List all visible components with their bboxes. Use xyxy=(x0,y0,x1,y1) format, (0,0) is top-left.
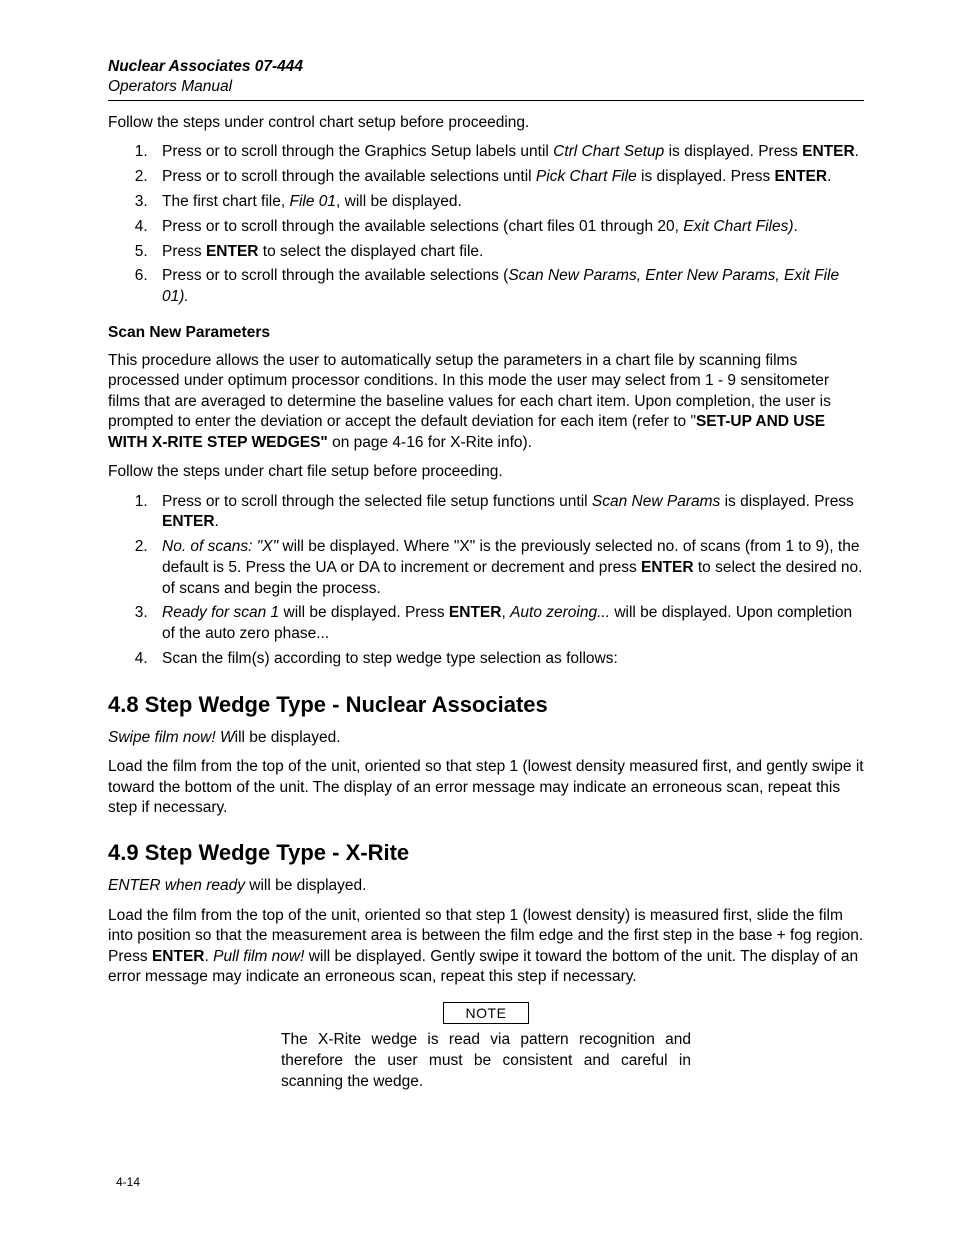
text-bold: ENTER xyxy=(802,143,855,160)
text-italic: Auto zeroing... xyxy=(510,604,610,621)
list-item: Ready for scan 1 will be displayed. Pres… xyxy=(152,603,864,645)
text: Press or to scroll through the available… xyxy=(162,168,536,185)
text: . xyxy=(204,948,213,965)
text: Press or to scroll through the available… xyxy=(162,267,508,284)
list-item: Press or to scroll through the available… xyxy=(152,266,864,308)
text-bold: ENTER xyxy=(206,243,259,260)
text: will be displayed. Press xyxy=(279,604,449,621)
text: Press or to scroll through the selected … xyxy=(162,493,592,510)
text-italic: Ctrl Chart Setup xyxy=(553,143,664,160)
note-text: The X-Rite wedge is read via pattern rec… xyxy=(281,1030,691,1093)
text: . xyxy=(855,143,859,160)
list-item: Press ENTER to select the displayed char… xyxy=(152,242,864,263)
procedure-list-1: Press or to scroll through the Graphics … xyxy=(108,142,864,307)
section-heading-49: 4.9 Step Wedge Type - X-Rite xyxy=(108,840,864,866)
text-bold: ENTER xyxy=(641,559,694,576)
text: The first chart file, xyxy=(162,193,289,210)
note-block: NOTE xyxy=(281,1002,691,1024)
text: , will be displayed. xyxy=(336,193,462,210)
text-italic: No. of scans: "X" xyxy=(162,538,278,555)
text: , xyxy=(501,604,510,621)
header-subtitle: Operators Manual xyxy=(108,78,864,96)
text-italic: Swipe film now! W xyxy=(108,729,235,746)
text: . xyxy=(215,513,219,530)
text-italic: File 01 xyxy=(289,193,336,210)
text: to select the displayed chart file. xyxy=(258,243,483,260)
text-italic: Pull film now! xyxy=(213,948,304,965)
paragraph: Swipe film now! Will be displayed. xyxy=(108,728,864,748)
text: is displayed. Press xyxy=(637,168,775,185)
text: will be displayed. xyxy=(245,877,366,894)
intro-paragraph: Follow the steps under control chart set… xyxy=(108,113,864,133)
paragraph: This procedure allows the user to automa… xyxy=(108,351,864,453)
list-item: The first chart file, File 01, will be d… xyxy=(152,192,864,213)
text: Press xyxy=(162,243,206,260)
text: Press or to scroll through the available… xyxy=(162,218,683,235)
text-italic: Scan New Params xyxy=(592,493,720,510)
text: on page 4-16 for X-Rite info). xyxy=(328,434,532,451)
text: ill be displayed. xyxy=(235,729,341,746)
text-bold: ENTER xyxy=(775,168,828,185)
text: . xyxy=(827,168,831,185)
page-number: 4-14 xyxy=(116,1175,140,1189)
procedure-list-2: Press or to scroll through the selected … xyxy=(108,492,864,670)
section-heading-48: 4.8 Step Wedge Type - Nuclear Associates xyxy=(108,692,864,718)
note-label: NOTE xyxy=(443,1002,530,1024)
paragraph: Follow the steps under chart file setup … xyxy=(108,462,864,482)
list-item: Press or to scroll through the available… xyxy=(152,217,864,238)
text-italic: Ready for scan 1 xyxy=(162,604,279,621)
text: is displayed. Press xyxy=(664,143,802,160)
header-divider xyxy=(108,100,864,101)
list-item: Scan the film(s) according to step wedge… xyxy=(152,649,864,670)
text-bold: ENTER xyxy=(449,604,502,621)
document-page: Nuclear Associates 07-444 Operators Manu… xyxy=(0,0,954,1235)
text: Press or to scroll through the Graphics … xyxy=(162,143,553,160)
text-bold: ENTER xyxy=(152,948,205,965)
text-italic: ENTER when ready xyxy=(108,877,245,894)
text-italic: Exit Chart Files) xyxy=(683,218,793,235)
paragraph: Load the film from the top of the unit, … xyxy=(108,906,864,988)
header-product: Nuclear Associates 07-444 xyxy=(108,58,864,76)
list-item: Press or to scroll through the selected … xyxy=(152,492,864,534)
list-item: Press or to scroll through the available… xyxy=(152,167,864,188)
text-italic: Pick Chart File xyxy=(536,168,637,185)
subheading-scan-new: Scan New Parameters xyxy=(108,324,864,342)
list-item: Press or to scroll through the Graphics … xyxy=(152,142,864,163)
text-bold: ENTER xyxy=(162,513,215,530)
text: . xyxy=(794,218,798,235)
text: is displayed. Press xyxy=(720,493,854,510)
paragraph: Load the film from the top of the unit, … xyxy=(108,757,864,818)
list-item: No. of scans: "X" will be displayed. Whe… xyxy=(152,537,864,599)
paragraph: ENTER when ready will be displayed. xyxy=(108,876,864,896)
